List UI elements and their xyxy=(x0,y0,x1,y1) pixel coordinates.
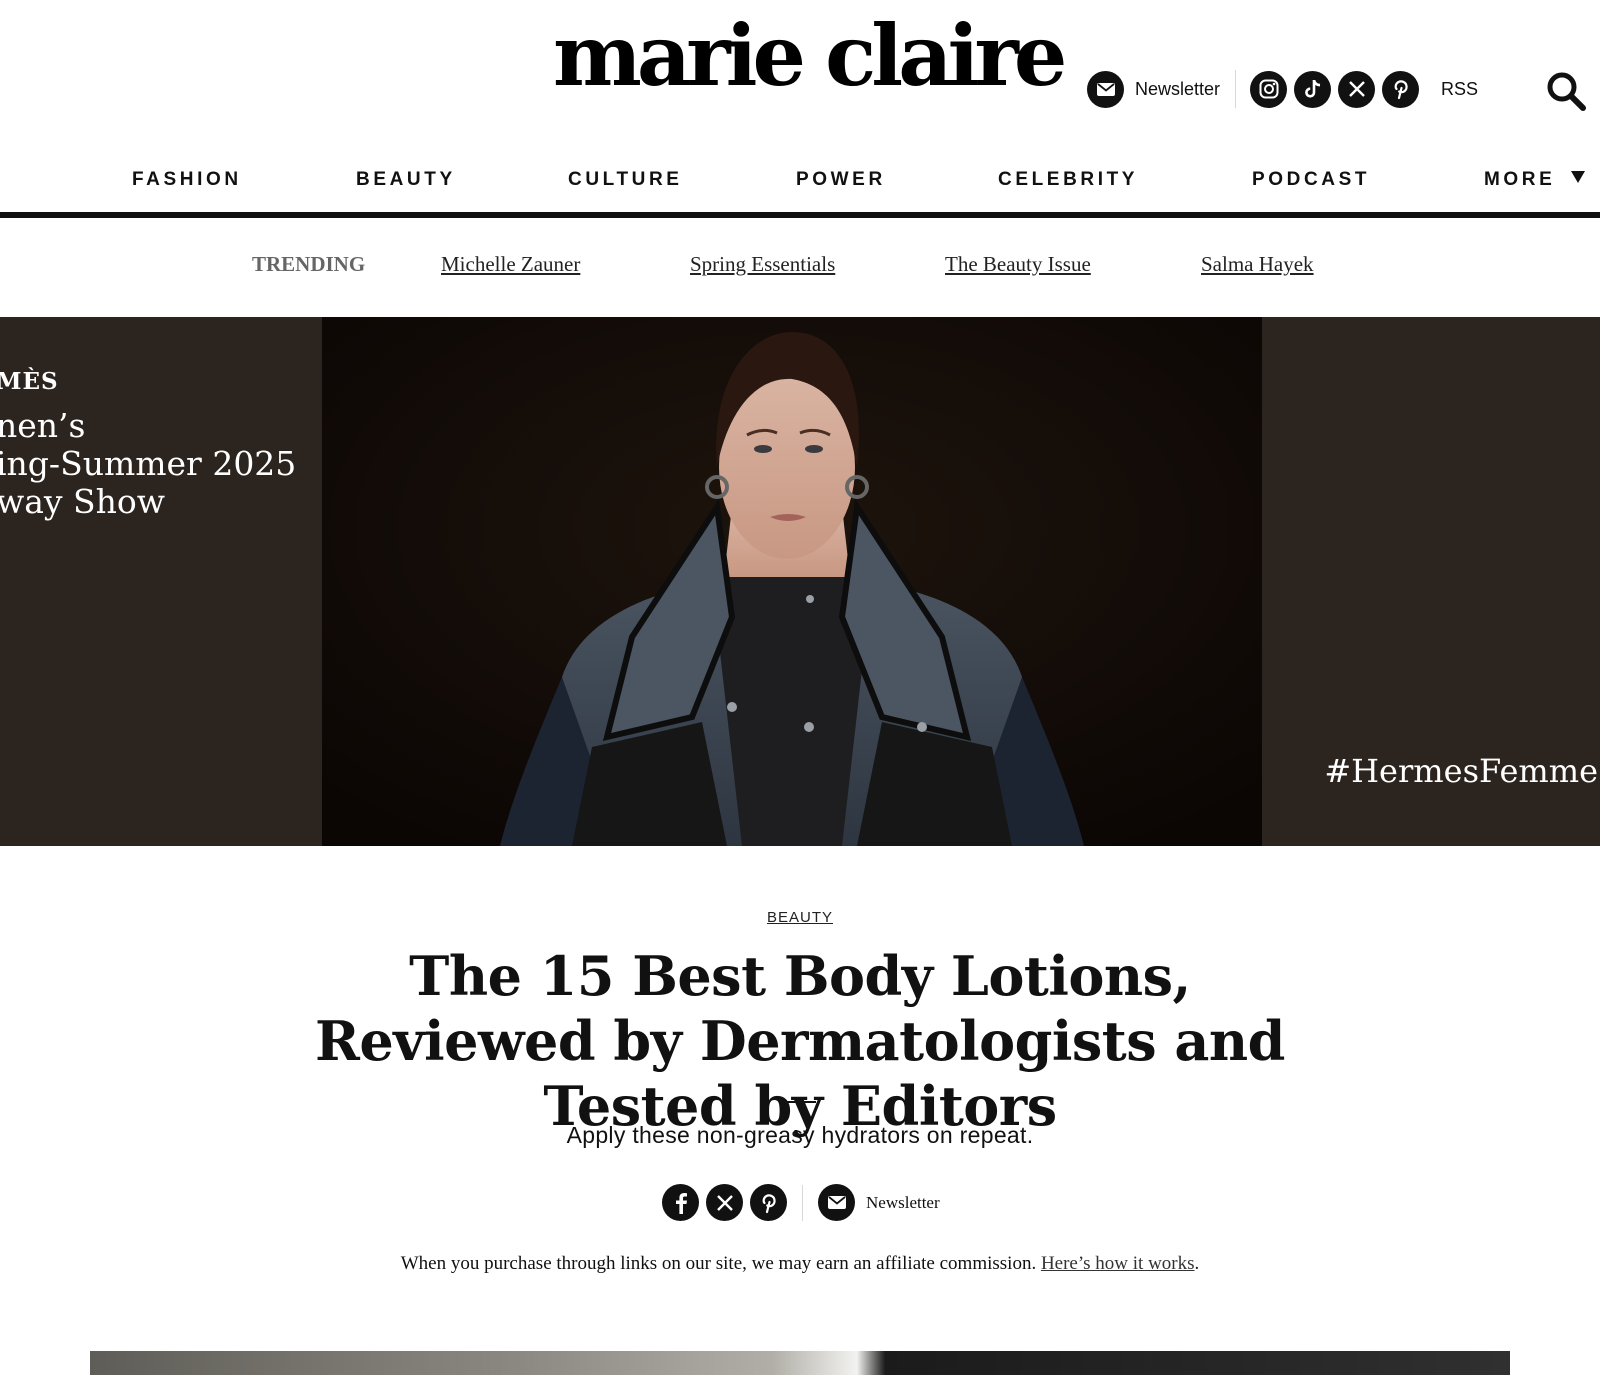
runway-model-illustration xyxy=(322,317,1262,846)
article-headline: The 15 Best Body Lotions, Reviewed by De… xyxy=(315,944,1285,1138)
nav-item-more[interactable]: MORE xyxy=(1484,169,1586,191)
hero-brand-text: MÈS xyxy=(0,368,59,395)
trending-link-beauty-issue[interactable]: The Beauty Issue xyxy=(945,252,1091,277)
search-icon xyxy=(1547,72,1586,111)
nav-item-celebrity[interactable]: CELEBRITY xyxy=(998,169,1138,191)
main-nav: FASHION BEAUTY CULTURE POWER CELEBRITY P… xyxy=(0,155,1600,209)
mail-icon[interactable] xyxy=(1087,70,1124,108)
nav-item-beauty[interactable]: BEAUTY xyxy=(356,169,456,191)
trending-label: TRENDING xyxy=(252,252,366,276)
facebook-icon[interactable] xyxy=(662,1184,699,1221)
runway-model-image xyxy=(322,317,1262,846)
article-deck: Apply these non-greasy hydrators on repe… xyxy=(566,1122,1034,1148)
x-icon[interactable] xyxy=(706,1184,743,1221)
pinterest-icon[interactable] xyxy=(1382,70,1420,108)
disclaimer-text: When you purchase through links on our s… xyxy=(400,1253,1037,1274)
article-category: BEAUTY xyxy=(0,909,1600,926)
site-logo[interactable]: marie claire xyxy=(553,14,1067,98)
disclaimer-period: . xyxy=(1194,1253,1200,1274)
nav-item-fashion[interactable]: FASHION xyxy=(132,169,242,191)
x-icon[interactable] xyxy=(1338,70,1376,108)
share-bar: Newsletter xyxy=(662,1184,940,1221)
nav-more-label: MORE xyxy=(1484,169,1556,190)
hero-hashtag: #HermesFemme xyxy=(1324,752,1598,790)
divider xyxy=(1235,70,1237,108)
social-links xyxy=(1250,70,1420,108)
trending-link-salma-hayek[interactable]: Salma Hayek xyxy=(1201,252,1314,277)
trending-bar: TRENDING Michelle Zauner Spring Essentia… xyxy=(0,248,1600,284)
headline-divider xyxy=(785,1101,816,1103)
tiktok-icon[interactable] xyxy=(1294,70,1332,108)
disclaimer-link[interactable]: Here’s how it works xyxy=(1041,1253,1195,1274)
search-button[interactable] xyxy=(1545,70,1587,112)
instagram-icon[interactable] xyxy=(1250,70,1288,108)
divider xyxy=(802,1184,803,1221)
hero-overlay-text: MÈS nen’s ing-Summer 2025 way Show xyxy=(0,369,296,521)
mail-icon[interactable] xyxy=(818,1184,855,1221)
lead-image xyxy=(90,1351,1510,1375)
hero-line-2: ing-Summer 2025 xyxy=(0,444,297,483)
hero-line-3: way Show xyxy=(0,482,166,521)
trending-link-michelle-zauner[interactable]: Michelle Zauner xyxy=(441,252,580,277)
trending-link-spring-essentials[interactable]: Spring Essentials xyxy=(690,252,835,277)
share-newsletter-link[interactable]: Newsletter xyxy=(866,1193,940,1213)
affiliate-disclaimer: When you purchase through links on our s… xyxy=(0,1253,1600,1275)
category-link[interactable]: BEAUTY xyxy=(767,909,833,926)
nav-item-podcast[interactable]: PODCAST xyxy=(1252,169,1370,191)
newsletter-link[interactable]: Newsletter xyxy=(1135,79,1220,100)
hero-line-1: nen’s xyxy=(0,406,86,445)
hero-video[interactable]: MÈS nen’s ing-Summer 2025 way Show #Herm… xyxy=(0,317,1600,846)
pinterest-icon[interactable] xyxy=(750,1184,787,1221)
nav-item-power[interactable]: POWER xyxy=(796,169,886,191)
header-tools: Newsletter RSS xyxy=(1087,70,1478,108)
caret-down-icon xyxy=(1571,171,1586,183)
nav-item-culture[interactable]: CULTURE xyxy=(568,169,683,191)
nav-divider xyxy=(0,212,1600,218)
rss-link[interactable]: RSS xyxy=(1441,79,1478,100)
